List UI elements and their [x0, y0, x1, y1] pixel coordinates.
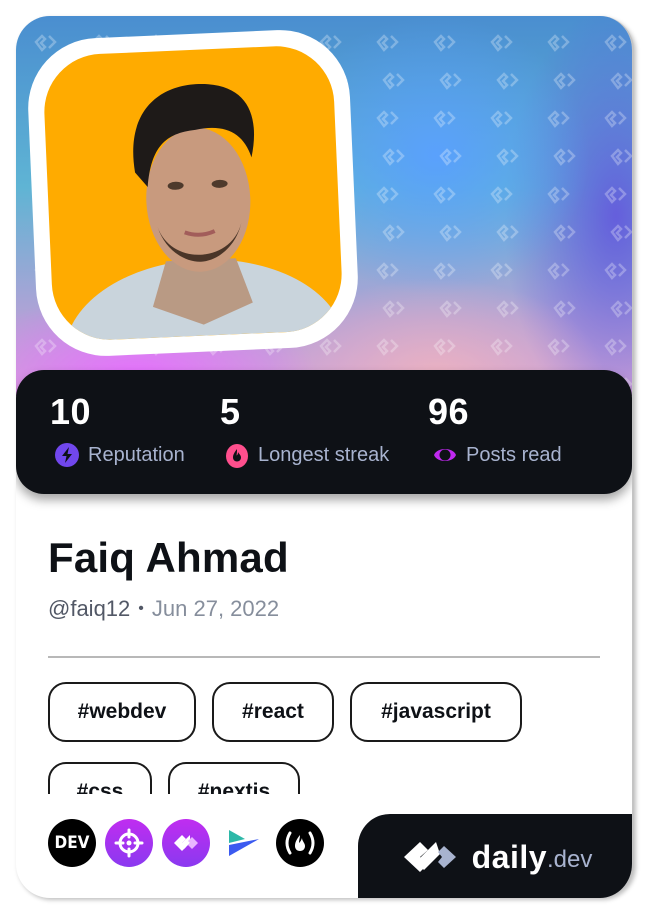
- pattern-logo: [496, 224, 519, 242]
- pattern-logo: [376, 338, 399, 356]
- pattern-logo: [604, 262, 627, 280]
- pattern-logo: [439, 300, 462, 318]
- pattern-logo: [376, 262, 399, 280]
- pattern-logo: [382, 72, 405, 90]
- tags-list: #webdev #react #javascript #css #nextjs: [48, 682, 608, 794]
- pattern-logo: [433, 110, 456, 128]
- pattern-logo: [490, 338, 513, 356]
- sources-list: DEV: [48, 819, 333, 867]
- pattern-logo: [610, 224, 632, 242]
- pattern-logo: [496, 72, 519, 90]
- pattern-logo: [547, 110, 570, 128]
- pattern-logo: [547, 262, 570, 280]
- stats-panel: 10 Reputation 5 Longest streak 96 Posts …: [16, 370, 632, 494]
- pattern-logo: [496, 148, 519, 166]
- pattern-logo: [604, 338, 627, 356]
- flame-icon: [226, 444, 248, 468]
- pattern-logo: [553, 300, 576, 318]
- profile-handle: @faiq12: [48, 596, 131, 621]
- tag-chip[interactable]: #nextjs: [168, 762, 300, 794]
- separator-dot: •: [138, 600, 144, 617]
- pattern-logo: [439, 148, 462, 166]
- play-arrow-icon: [219, 819, 267, 867]
- pattern-logo: [490, 34, 513, 52]
- crosshair-icon: [105, 819, 153, 867]
- stat-posts-read: 96 Posts read: [428, 390, 562, 468]
- daily-dev-logo-icon: [403, 842, 456, 872]
- pattern-logo: [553, 148, 576, 166]
- pattern-logo: [34, 34, 57, 52]
- stat-longest-streak: 5 Longest streak: [220, 390, 389, 468]
- pattern-logo: [376, 34, 399, 52]
- pattern-logo: [610, 300, 632, 318]
- profile-meta: @faiq12 • Jun 27, 2022: [48, 596, 279, 622]
- avatar: [41, 43, 345, 343]
- stat-value: 96: [428, 391, 470, 432]
- pattern-logo: [433, 34, 456, 52]
- pattern-logo: [604, 186, 627, 204]
- pattern-logo: [610, 148, 632, 166]
- pattern-logo: [382, 148, 405, 166]
- pattern-logo: [553, 224, 576, 242]
- stat-reputation: 10 Reputation: [50, 390, 185, 468]
- pattern-logo: [496, 300, 519, 318]
- pattern-logo: [382, 224, 405, 242]
- tag-chip[interactable]: #css: [48, 762, 152, 794]
- pattern-logo: [547, 186, 570, 204]
- pattern-logo: [604, 110, 627, 128]
- stat-value: 10: [50, 391, 92, 432]
- stat-label: Posts read: [466, 444, 562, 466]
- pattern-logo: [433, 186, 456, 204]
- pattern-logo: [610, 72, 632, 90]
- pattern-logo: [547, 338, 570, 356]
- brand-daily: daily: [471, 838, 548, 875]
- pattern-logo: [319, 338, 342, 356]
- pattern-logo: [547, 34, 570, 52]
- tag-chip[interactable]: #javascript: [350, 682, 522, 742]
- stat-label: Longest streak: [258, 444, 390, 466]
- tag-chip[interactable]: #webdev: [48, 682, 196, 742]
- pattern-logo: [376, 186, 399, 204]
- brand-footer: daily .dev: [358, 814, 632, 898]
- pattern-logo: [490, 262, 513, 280]
- avatar-photo: [64, 84, 345, 343]
- pattern-logo: [439, 224, 462, 242]
- tag-chip[interactable]: #react: [212, 682, 334, 742]
- profile-name: Faiq Ahmad: [48, 534, 289, 581]
- pattern-logo: [439, 72, 462, 90]
- stat-value: 5: [220, 391, 241, 432]
- daily-dev-logo: daily .dev: [400, 838, 593, 876]
- pattern-logo: [490, 110, 513, 128]
- pattern-logo: [604, 34, 627, 52]
- stat-label: Reputation: [88, 444, 185, 466]
- devcard: 10 Reputation 5 Longest streak 96 Posts …: [16, 16, 634, 898]
- pattern-logo: [34, 338, 57, 356]
- eye-ring-icon: [434, 449, 456, 461]
- dev-to-icon: DEV: [48, 819, 96, 867]
- divider: [48, 656, 600, 658]
- joined-date: Jun 27, 2022: [151, 596, 280, 621]
- pattern-logo: [433, 338, 456, 356]
- pattern-logo: [433, 262, 456, 280]
- freecodecamp-icon: [276, 819, 324, 867]
- pattern-logo: [490, 186, 513, 204]
- avatar-frame: [25, 27, 361, 359]
- daily-dev-icon: [162, 819, 210, 867]
- brand-dev: .dev: [547, 846, 593, 873]
- pattern-logo: [376, 110, 399, 128]
- pattern-logo: [553, 72, 576, 90]
- pattern-logo: [382, 300, 405, 318]
- lightning-icon: [55, 443, 79, 467]
